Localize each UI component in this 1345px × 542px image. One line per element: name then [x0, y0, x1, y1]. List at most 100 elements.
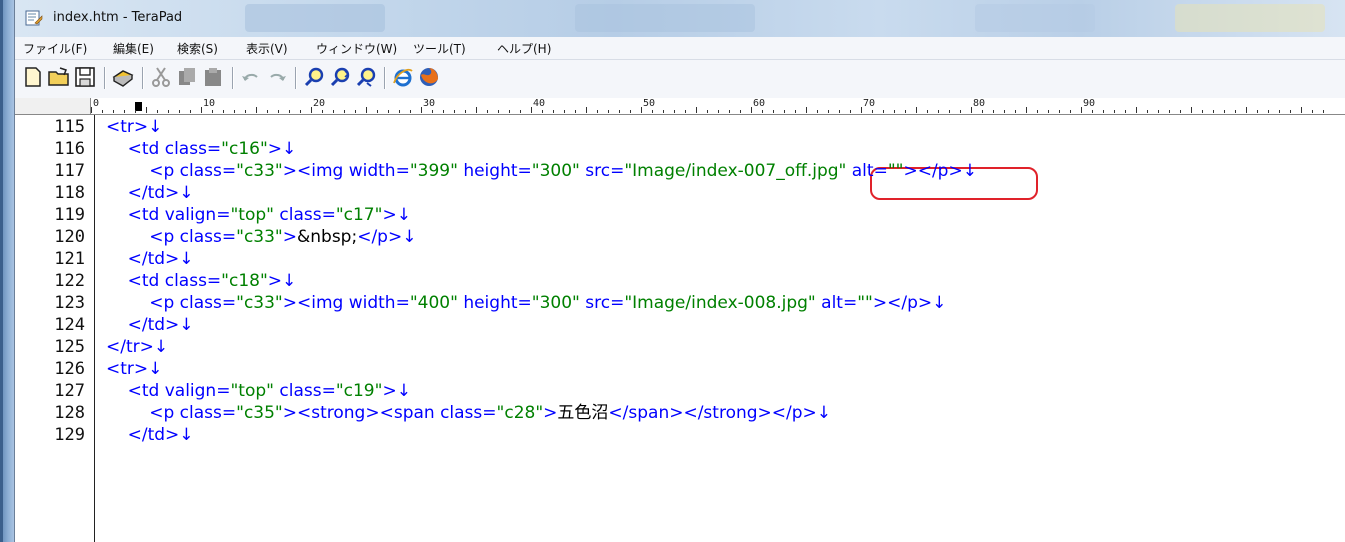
- menu-window[interactable]: ウィンドウ(W): [316, 40, 397, 57]
- editor-line[interactable]: 125 </tr>↓: [15, 336, 1345, 358]
- ruler-tick: [1290, 110, 1291, 113]
- ruler-tick: [476, 107, 477, 113]
- view-in-ie-button[interactable]: [391, 65, 415, 91]
- line-number: 121: [54, 249, 85, 269]
- html-tag: </td>: [106, 183, 180, 203]
- editor-line[interactable]: 126 <tr>↓: [15, 358, 1345, 380]
- ruler-tick: [542, 110, 543, 113]
- menu-view[interactable]: 表示(V): [246, 40, 288, 57]
- ruler-tick: [1169, 110, 1170, 113]
- menu-edit[interactable]: 編集(E): [113, 40, 154, 57]
- ruler-tick: [839, 110, 840, 113]
- editor-line[interactable]: 115 <tr>↓: [15, 116, 1345, 138]
- search-button[interactable]: [302, 65, 326, 91]
- print-button[interactable]: [111, 65, 135, 91]
- menu-search[interactable]: 検索(S): [177, 40, 218, 57]
- editor-line[interactable]: 129 </td>↓: [15, 424, 1345, 446]
- save-button[interactable]: [73, 65, 97, 91]
- editor-line[interactable]: 119 <td valign="top" class="c17">↓: [15, 204, 1345, 226]
- toolbar-separator: [142, 67, 144, 89]
- text-editor[interactable]: 115 <tr>↓ 116 <td class="c16">↓ 117 <p clas…: [15, 115, 1345, 542]
- code-text: </td>↓: [106, 314, 194, 336]
- ruler-tick: [201, 107, 202, 113]
- redo-button[interactable]: [265, 65, 289, 91]
- ruler-tick: [1125, 110, 1126, 113]
- newline-marker: ↓: [179, 315, 194, 335]
- ruler-tick: [388, 110, 389, 113]
- editor-line[interactable]: 118 </td>↓: [15, 182, 1345, 204]
- ruler-tick: [300, 110, 301, 113]
- ruler-tick: [1158, 110, 1159, 113]
- ruler-tick: [465, 110, 466, 113]
- ruler-tick: [344, 110, 345, 113]
- ruler-tick: [674, 110, 675, 113]
- ruler-tick: [432, 110, 433, 113]
- search-prev-button[interactable]: [354, 65, 378, 91]
- paste-icon: [205, 68, 221, 86]
- ruler-tick: [1004, 110, 1005, 113]
- title-bar[interactable]: index.htm - TeraPad: [15, 0, 1345, 37]
- ruler-label: 30: [423, 98, 436, 109]
- ruler-tick: [817, 110, 818, 113]
- title-bar-glass: [245, 4, 385, 32]
- code-text: <td class="c18">↓: [106, 270, 297, 292]
- view-in-firefox-button[interactable]: [417, 65, 441, 91]
- menu-help[interactable]: ヘルプ(H): [497, 40, 551, 57]
- ruler-tick: [1136, 107, 1137, 113]
- save-icon: [75, 67, 95, 87]
- ruler-label: 60: [753, 98, 766, 109]
- open-file-button[interactable]: [47, 65, 71, 91]
- ruler-tick: [1092, 110, 1093, 113]
- ruler-tick: [597, 110, 598, 113]
- ruler-tick: [1037, 110, 1038, 113]
- new-file-button[interactable]: [21, 65, 45, 91]
- editor-line[interactable]: 123 <p class="c33"><img width="400" heig…: [15, 292, 1345, 314]
- ruler-tick: [828, 110, 829, 113]
- ruler-label: 0: [93, 98, 100, 109]
- menu-tools[interactable]: ツール(T): [413, 40, 466, 57]
- attribute-value: "top": [230, 205, 274, 225]
- ruler-tick: [234, 110, 235, 113]
- toolbar-separator: [384, 67, 386, 89]
- search-next-icon: [330, 67, 350, 87]
- ruler-tick: [927, 110, 928, 113]
- html-tag: class=: [273, 381, 336, 401]
- html-tag: <td valign=: [106, 381, 231, 401]
- copy-icon: [179, 68, 195, 85]
- ruler-tick: [619, 110, 620, 113]
- line-number: 125: [54, 337, 85, 357]
- code-text: </td>↓: [106, 182, 194, 204]
- search-next-button[interactable]: [328, 65, 352, 91]
- html-tag: </span></strong></p>: [608, 403, 817, 423]
- editor-line[interactable]: 121 </td>↓: [15, 248, 1345, 270]
- code-text: </tr>↓: [106, 336, 168, 358]
- ruler-tick: [718, 110, 719, 113]
- newline-marker: ↓: [179, 425, 194, 445]
- ruler-tick: [696, 107, 697, 113]
- ruler-tick: [454, 110, 455, 113]
- ruler-tick: [784, 110, 785, 113]
- ruler-tick: [905, 110, 906, 113]
- html-tag: </tr>: [106, 337, 154, 357]
- cut-button[interactable]: [149, 65, 173, 91]
- editor-line[interactable]: 117 <p class="c33"><img width="399" heig…: [15, 160, 1345, 182]
- ruler-tick: [157, 110, 158, 113]
- editor-line[interactable]: 116 <td class="c16">↓: [15, 138, 1345, 160]
- copy-button[interactable]: [175, 65, 199, 91]
- undo-button[interactable]: [239, 65, 263, 91]
- html-tag: <td valign=: [106, 205, 231, 225]
- editor-line[interactable]: 120 <p class="c33">&nbsp;</p>↓: [15, 226, 1345, 248]
- editor-line[interactable]: 127 <td valign="top" class="c19">↓: [15, 380, 1345, 402]
- menu-file[interactable]: ファイル(F): [23, 40, 87, 57]
- html-tag: <tr>: [106, 359, 149, 379]
- attribute-value: "top": [230, 381, 274, 401]
- code-text: </td>↓: [106, 424, 194, 446]
- editor-line[interactable]: 124 </td>↓: [15, 314, 1345, 336]
- search-icon: [304, 67, 324, 87]
- ruler-tick: [399, 110, 400, 113]
- editor-line[interactable]: 122 <td class="c18">↓: [15, 270, 1345, 292]
- paste-button[interactable]: [201, 65, 225, 91]
- editor-line[interactable]: 128 <p class="c35"><strong><span class="…: [15, 402, 1345, 424]
- ruler-label: 20: [313, 98, 326, 109]
- ruler-tick: [751, 107, 752, 113]
